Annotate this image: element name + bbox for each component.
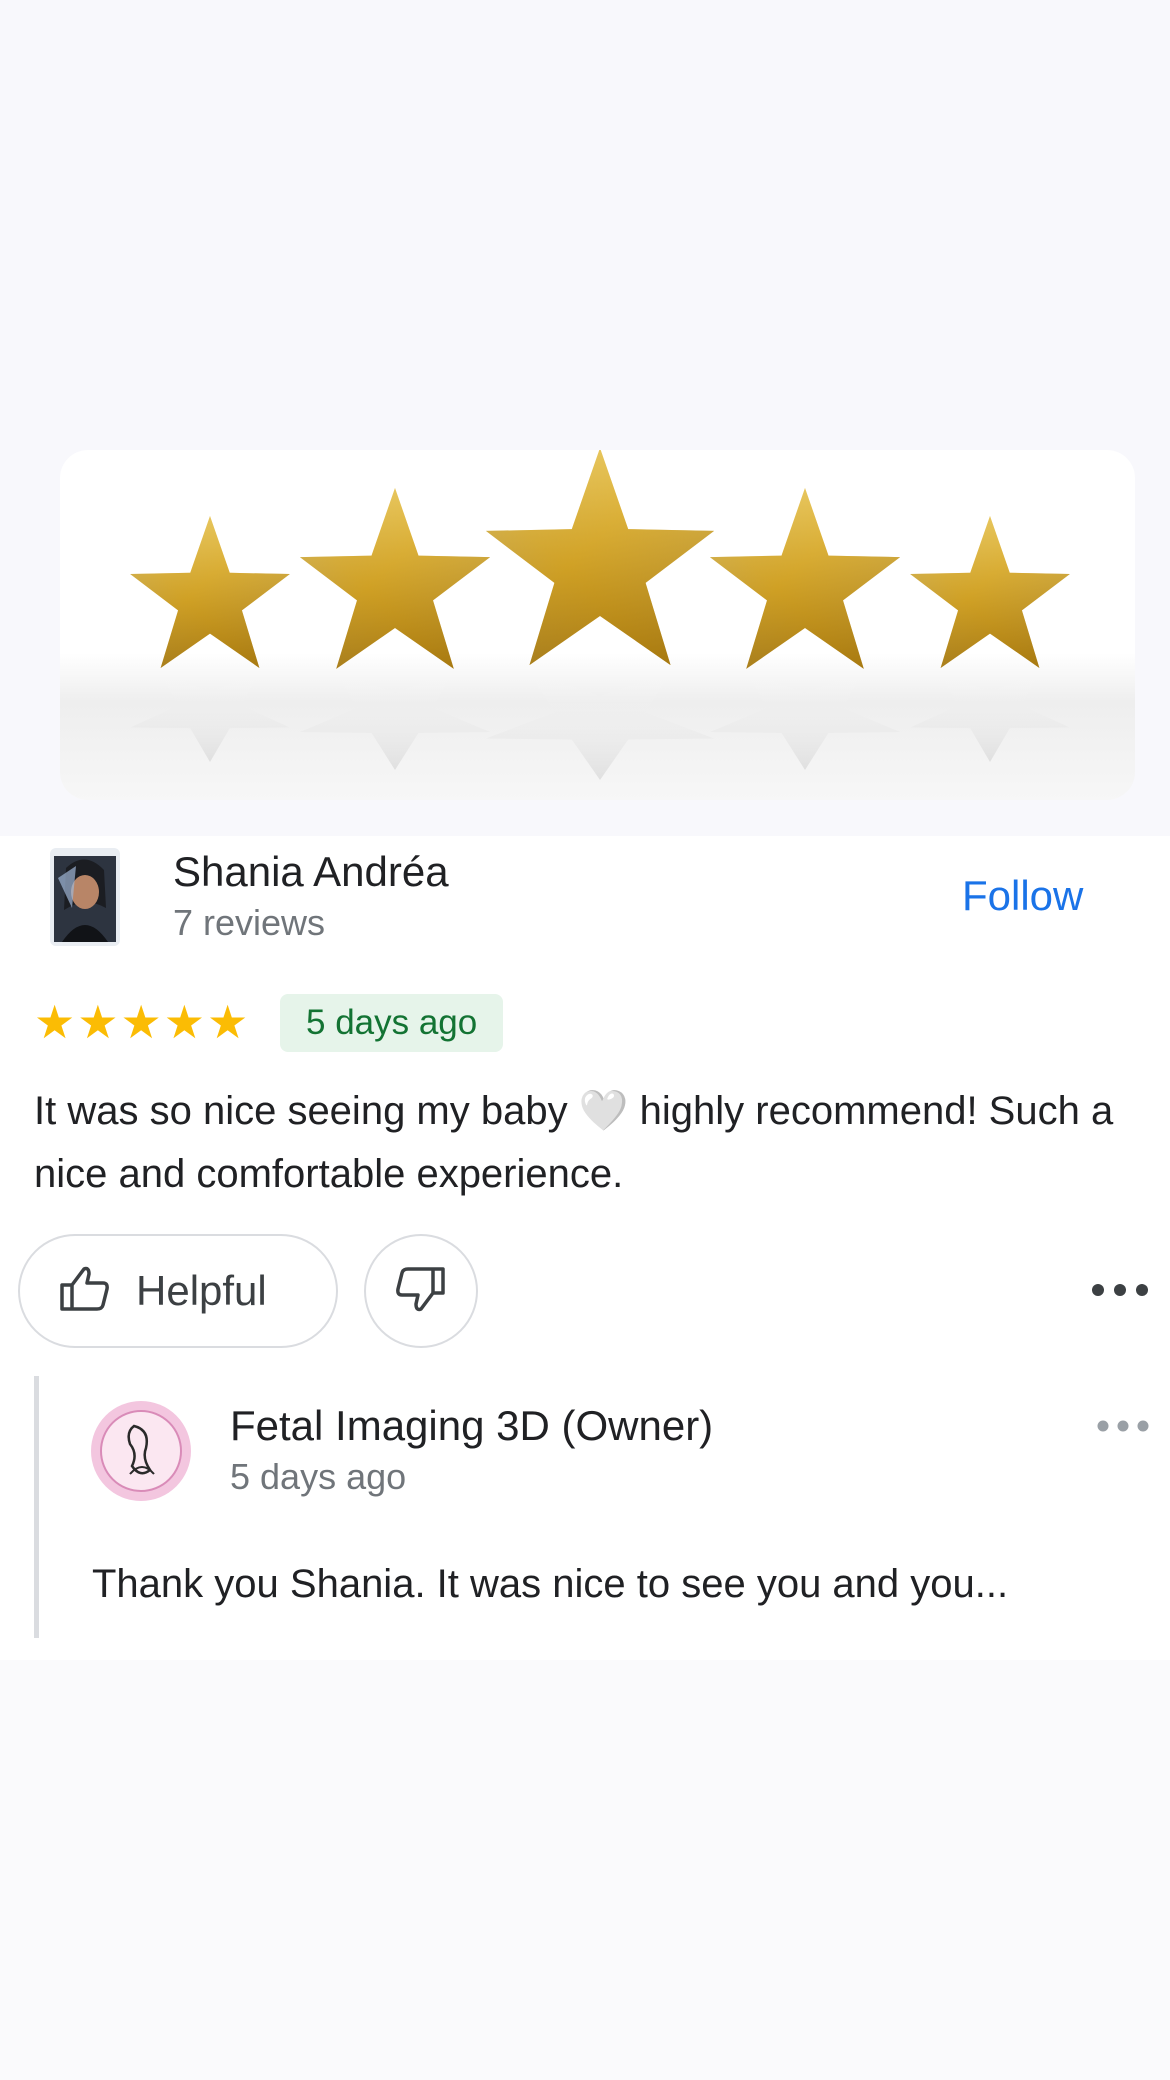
owner-name: Fetal Imaging 3D (Owner) [230,1402,714,1449]
reply-more-options-icon[interactable] [1096,1414,1150,1438]
reviewer-name[interactable]: Shania Andréa [173,848,449,896]
rating-stars: ★ ★ ★ ★ ★ [34,996,248,1048]
review-text: It was so nice seeing my baby 🤍 highly r… [34,1089,1114,1196]
reviewer-review-count: 7 reviews [173,902,326,943]
thumbs-down-icon [395,1265,447,1318]
thumbs-up-icon [58,1265,110,1318]
rating-star-icon: ★ [207,996,249,1048]
hero-star-4-icon [709,488,901,770]
five-star-hero-image [60,450,1135,800]
owner-reply-date: 5 days ago [230,1456,407,1497]
review-date-badge: 5 days ago [280,994,504,1052]
helpful-button[interactable]: Helpful [18,1234,338,1348]
owner-avatar[interactable] [90,1400,192,1502]
not-helpful-button[interactable] [364,1234,478,1348]
more-options-icon[interactable] [1090,1278,1150,1302]
hero-star-5-icon [910,516,1070,762]
reviewer-avatar[interactable] [36,848,134,946]
hero-star-2-icon [299,488,491,770]
rating-star-icon: ★ [34,996,76,1048]
follow-button[interactable]: Follow [962,872,1083,920]
rating-star-icon: ★ [120,996,162,1048]
helpful-label: Helpful [136,1267,267,1314]
rating-star-icon: ★ [163,996,205,1048]
hero-star-1-icon [130,516,290,762]
rating-star-icon: ★ [77,996,119,1048]
hero-star-3-icon [485,450,715,780]
owner-reply-text[interactable]: Thank you Shania. It was nice to see you… [92,1562,1122,1607]
